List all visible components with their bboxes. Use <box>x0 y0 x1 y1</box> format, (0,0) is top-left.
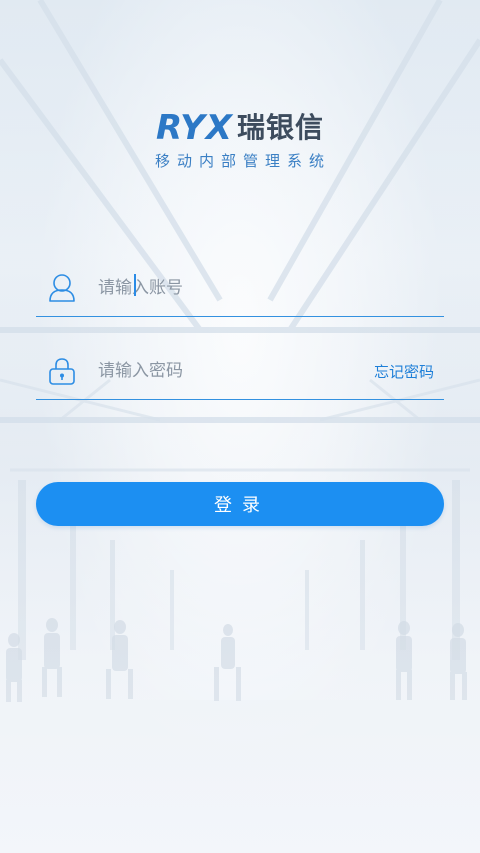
user-icon <box>36 268 88 308</box>
login-button[interactable]: 登录 <box>36 482 444 526</box>
brand-logo: RYX 瑞银信 移动内部管理系统 <box>0 108 480 171</box>
text-caret <box>134 274 136 296</box>
forgot-password-link[interactable]: 忘记密码 <box>374 361 444 382</box>
account-input[interactable] <box>88 268 444 308</box>
password-field: 忘记密码 <box>36 343 444 400</box>
brand-logo-row: RYX 瑞银信 <box>0 108 480 148</box>
brand-name: 瑞银信 <box>236 111 324 144</box>
brand-subtitle: 移动内部管理系统 <box>154 152 331 170</box>
brand-mark: RYX <box>156 108 233 148</box>
lock-icon <box>36 351 88 391</box>
password-input[interactable] <box>88 351 374 391</box>
account-field <box>36 260 444 317</box>
